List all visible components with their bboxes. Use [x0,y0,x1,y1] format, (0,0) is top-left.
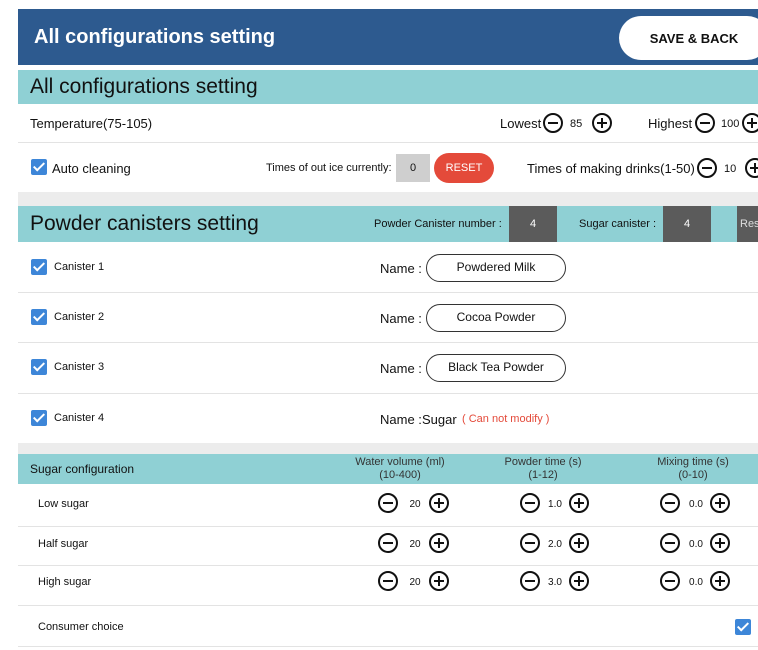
reset-partial-button[interactable]: Res [737,206,758,242]
highest-minus-icon[interactable] [695,113,715,133]
low-water-plus-icon[interactable] [429,493,449,513]
divider [18,605,758,606]
canister-4-checkbox[interactable] [31,410,47,426]
col-mixing-range: (0-10) [678,469,708,481]
canister-4-note: ( Can not modify ) [462,413,550,425]
low-powder-value: 1.0 [548,499,562,510]
canister-4-label: Canister 4 [54,412,105,424]
canister-3-label: Canister 3 [54,361,105,373]
col-powder-label: Powder time (s) [504,456,582,468]
canister-4-name-label: Name : [380,412,422,427]
top-bar: All configurations setting SAVE & BACK [18,9,758,65]
section-title: Powder canisters setting [30,212,259,235]
divider [18,342,758,343]
half-powder-plus-icon[interactable] [569,533,589,553]
high-water-plus-icon[interactable] [429,571,449,591]
canister-1-checkbox[interactable] [31,259,47,275]
section-header-all-config: All configurations setting [18,70,758,104]
consumer-choice-label: Consumer choice [38,621,124,633]
half-mixing-plus-icon[interactable] [710,533,730,553]
canister-1-label: Canister 1 [54,261,105,273]
section-gap [18,443,758,454]
high-water-value: 20 [409,577,421,588]
reset-button[interactable]: RESET [434,153,494,183]
high-mixing-value: 0.0 [689,577,703,588]
half-sugar-label: Half sugar [38,538,89,550]
half-mixing-value: 0.0 [689,539,703,550]
half-mixing-minus-icon[interactable] [660,533,680,553]
save-and-back-button[interactable]: SAVE & BACK [619,16,758,60]
col-mixing-header: Mixing time (s) (0-10) [635,456,751,482]
low-powder-plus-icon[interactable] [569,493,589,513]
times-drinks-plus-icon[interactable] [745,158,758,178]
high-mixing-plus-icon[interactable] [710,571,730,591]
high-water-minus-icon[interactable] [378,571,398,591]
powder-canister-number-value[interactable]: 4 [509,206,557,242]
powder-canister-number-label: Powder Canister number : [374,218,502,230]
times-drinks-value: 10 [724,163,737,175]
low-mixing-plus-icon[interactable] [710,493,730,513]
half-water-minus-icon[interactable] [378,533,398,553]
times-drinks-minus-icon[interactable] [697,158,717,178]
high-powder-plus-icon[interactable] [569,571,589,591]
divider [18,646,758,647]
canister-2-name-label: Name : [380,311,422,326]
canister-1-name-label: Name : [380,261,422,276]
divider [18,526,758,527]
col-powder-header: Powder time (s) (1-12) [485,456,601,482]
highest-value: 100 [721,118,740,130]
lowest-plus-icon[interactable] [592,113,612,133]
low-powder-minus-icon[interactable] [520,493,540,513]
col-powder-range: (1-12) [528,469,558,481]
canister-1-name-input[interactable]: Powdered Milk [426,254,566,282]
highest-plus-icon[interactable] [742,113,758,133]
sugar-canister-label: Sugar canister : [579,218,657,230]
section-gap [18,192,758,206]
auto-cleaning-label: Auto cleaning [52,161,131,176]
sugar-canister-value[interactable]: 4 [663,206,711,242]
col-water-range: (10-400) [379,469,421,481]
divider [18,292,758,293]
low-water-value: 20 [409,499,421,510]
canister-3-name-label: Name : [380,361,422,376]
col-water-header: Water volume (ml) (10-400) [342,456,458,482]
divider [18,142,758,143]
low-mixing-value: 0.0 [689,499,703,510]
col-mixing-label: Mixing time (s) [657,456,729,468]
temperature-label: Temperature(75-105) [30,116,153,131]
highest-label: Highest [648,116,693,131]
canister-2-name-input[interactable]: Cocoa Powder [426,304,566,332]
lowest-label: Lowest [500,116,542,131]
high-powder-minus-icon[interactable] [520,571,540,591]
canister-3-name-input[interactable]: Black Tea Powder [426,354,566,382]
half-water-value: 20 [409,539,421,550]
canister-3-checkbox[interactable] [31,359,47,375]
auto-cleaning-checkbox[interactable] [31,159,47,175]
high-sugar-label: High sugar [38,576,92,588]
consumer-choice-checkbox[interactable] [735,619,751,635]
lowest-value: 85 [570,118,583,130]
low-sugar-label: Low sugar [38,498,89,510]
sugar-config-title: Sugar configuration [30,462,135,476]
divider [18,393,758,394]
half-powder-minus-icon[interactable] [520,533,540,553]
divider [18,565,758,566]
half-water-plus-icon[interactable] [429,533,449,553]
times-ice-value: 0 [396,154,430,182]
canister-2-checkbox[interactable] [31,309,47,325]
col-water-label: Water volume (ml) [355,456,445,468]
low-mixing-minus-icon[interactable] [660,493,680,513]
canister-2-label: Canister 2 [54,311,105,323]
half-powder-value: 2.0 [548,539,562,550]
canister-4-name: Sugar [422,412,457,427]
times-ice-label: Times of out ice currently: [266,162,392,174]
times-drinks-label: Times of making drinks(1-50) [527,161,695,176]
high-powder-value: 3.0 [548,577,562,588]
lowest-minus-icon[interactable] [543,113,563,133]
low-water-minus-icon[interactable] [378,493,398,513]
high-mixing-minus-icon[interactable] [660,571,680,591]
section-title: All configurations setting [30,75,258,98]
page-title: All configurations setting [34,26,276,48]
